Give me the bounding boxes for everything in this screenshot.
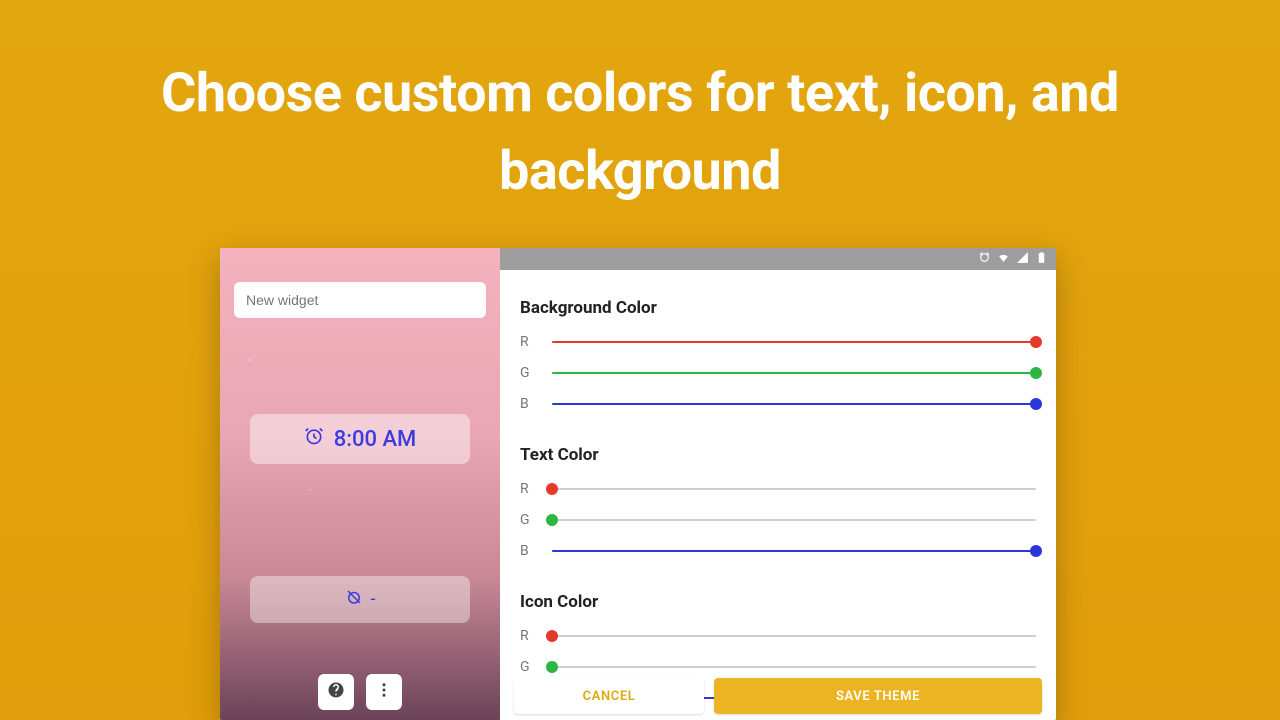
channel-label-r: R bbox=[520, 628, 532, 644]
icon-r-slider[interactable] bbox=[552, 628, 1036, 644]
preview-panel: 8:00 AM - bbox=[220, 248, 500, 720]
text-color-title: Text Color bbox=[520, 445, 1036, 465]
background-color-section: Background Color R G B bbox=[520, 298, 1036, 419]
background-b-slider[interactable] bbox=[552, 396, 1036, 412]
icon-color-title: Icon Color bbox=[520, 592, 1036, 612]
slider-thumb[interactable] bbox=[1030, 545, 1042, 557]
background-b-row: B bbox=[520, 388, 1036, 419]
text-r-row: R bbox=[520, 473, 1036, 504]
slider-fill bbox=[552, 341, 1036, 343]
text-b-row: B bbox=[520, 535, 1036, 566]
background-g-row: G bbox=[520, 357, 1036, 388]
channel-label-r: R bbox=[520, 334, 532, 350]
page-headline: Choose custom colors for text, icon, and… bbox=[0, 55, 1280, 212]
device-frame: 3:17 8:00 AM bbox=[220, 248, 1056, 720]
slider-thumb[interactable] bbox=[546, 630, 558, 642]
slider-track bbox=[552, 488, 1036, 490]
text-b-slider[interactable] bbox=[552, 543, 1036, 559]
slider-thumb[interactable] bbox=[546, 483, 558, 495]
background-r-slider[interactable] bbox=[552, 334, 1036, 350]
more-button[interactable] bbox=[366, 674, 402, 710]
cancel-button[interactable]: CANCEL bbox=[514, 678, 704, 714]
background-r-row: R bbox=[520, 326, 1036, 357]
signal-status-icon bbox=[1016, 251, 1029, 267]
channel-label-b: B bbox=[520, 543, 532, 559]
channel-label-g: G bbox=[520, 659, 532, 675]
widget-preview-alarm[interactable]: 8:00 AM bbox=[250, 414, 470, 464]
slider-fill bbox=[552, 550, 1036, 552]
widget-preview-disabled[interactable]: - bbox=[250, 576, 470, 623]
background-color-title: Background Color bbox=[520, 298, 1036, 318]
widget-disabled-text: - bbox=[371, 589, 376, 610]
text-g-slider[interactable] bbox=[552, 512, 1036, 528]
channel-label-r: R bbox=[520, 481, 532, 497]
save-theme-button[interactable]: SAVE THEME bbox=[714, 678, 1042, 714]
slider-thumb[interactable] bbox=[1030, 336, 1042, 348]
more-vert-icon bbox=[375, 681, 393, 703]
slider-track bbox=[552, 519, 1036, 521]
widget-alarm-time: 8:00 AM bbox=[334, 427, 417, 452]
slider-thumb[interactable] bbox=[1030, 398, 1042, 410]
slider-track bbox=[552, 666, 1036, 668]
channel-label-b: B bbox=[520, 396, 532, 412]
alarm-status-icon bbox=[978, 251, 991, 267]
slider-thumb[interactable] bbox=[546, 514, 558, 526]
wifi-status-icon bbox=[997, 251, 1010, 267]
slider-thumb[interactable] bbox=[1030, 367, 1042, 379]
help-button[interactable] bbox=[318, 674, 354, 710]
battery-status-icon bbox=[1035, 251, 1048, 267]
slider-fill bbox=[552, 372, 1036, 374]
widget-name-input[interactable] bbox=[234, 282, 486, 318]
help-icon bbox=[327, 681, 345, 703]
text-r-slider[interactable] bbox=[552, 481, 1036, 497]
slider-track bbox=[552, 635, 1036, 637]
alarm-icon bbox=[304, 426, 324, 452]
icon-g-slider[interactable] bbox=[552, 659, 1036, 675]
background-g-slider[interactable] bbox=[552, 365, 1036, 381]
icon-r-row: R bbox=[520, 620, 1036, 651]
text-color-section: Text Color R G B bbox=[520, 445, 1036, 566]
channel-label-g: G bbox=[520, 512, 532, 528]
alarm-off-icon bbox=[345, 588, 363, 611]
slider-fill bbox=[552, 403, 1036, 405]
channel-label-g: G bbox=[520, 365, 532, 381]
text-g-row: G bbox=[520, 504, 1036, 535]
slider-thumb[interactable] bbox=[546, 661, 558, 673]
settings-panel: Background Color R G B Text Color R G bbox=[500, 270, 1056, 720]
